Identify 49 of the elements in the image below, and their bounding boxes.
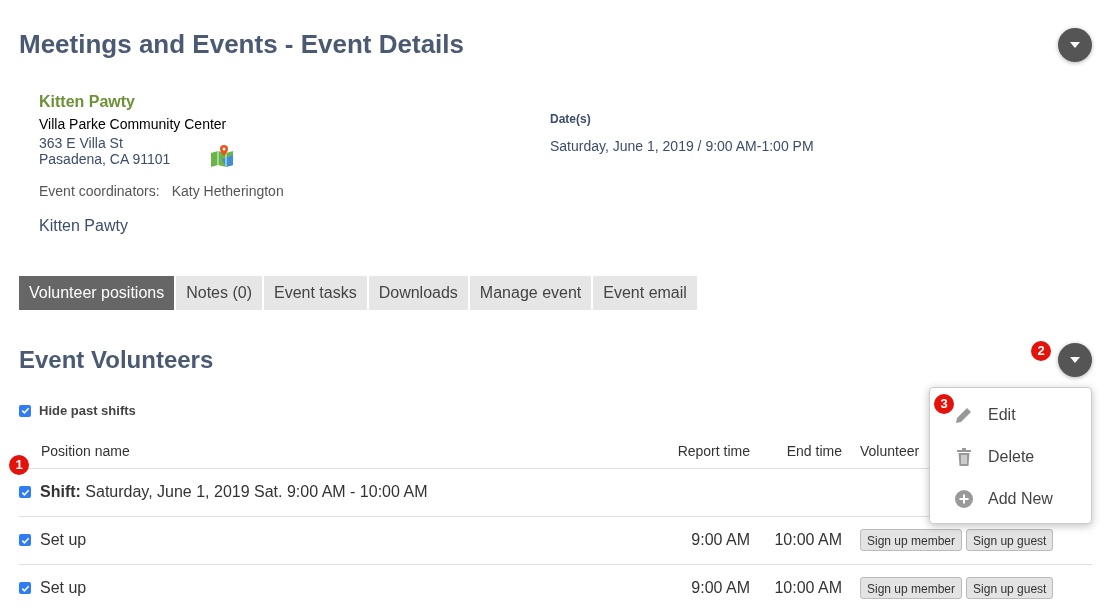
tab[interactable]: Event tasks [264,276,367,310]
coordinators-label: Event coordinators: [39,182,160,202]
number-badge: 2 [1031,341,1051,361]
dates-label: Date(s) [550,111,592,128]
menu-item[interactable]: Delete [988,445,1035,469]
column-header: End time [786,442,842,459]
tab[interactable]: Notes (0) [176,276,262,310]
column-header: Volunteer [860,441,920,461]
event-name: Kitten Pawty [39,92,136,112]
menu-item[interactable]: Edit [988,403,1016,427]
checkbox-label: Hide past shifts [39,402,136,420]
trash-icon [954,447,974,467]
tab[interactable]: Event email [593,276,697,310]
position-name: Set up [40,530,87,550]
caret-icon [1070,42,1080,48]
tab[interactable]: Manage event [469,276,592,310]
dropdown-button[interactable] [1058,343,1092,377]
tab[interactable]: Downloads [368,276,468,310]
coordinator-name: Katy Hetherington [171,182,284,202]
shift-label: Shift: Saturday, June 1, 2019 Sat. 9:00 AM - 10:00 AM [40,482,428,502]
address-text: 363 E Villa St Pasadena, CA 91101 [39,135,171,168]
checkbox[interactable] [19,582,31,594]
column-header: Report time [677,442,750,459]
caret-icon [1070,357,1080,363]
menu-item[interactable]: Add New [988,487,1053,511]
section-title: Event Volunteers [19,345,214,375]
checkbox[interactable] [19,486,31,498]
report-time: 9:00 AM [691,531,750,548]
pencil-icon [954,405,974,425]
venue-name: Villa Parke Community Center [39,115,228,134]
checkbox[interactable] [19,404,31,417]
page-title: Meetings and Events - Event Details [19,29,464,61]
sign-up-button[interactable]: Sign up guest [966,529,1054,551]
map-icon[interactable] [210,143,235,168]
end-time: 10:00 AM [774,579,842,596]
report-time: 9:00 AM [691,579,750,596]
end-time: 10:00 AM [774,531,842,548]
tab[interactable]: Volunteer positions [19,276,175,310]
event-description: Kitten Pawty [39,216,129,237]
position-name: Set up [40,578,87,598]
column-header: Position name [41,441,130,461]
checkbox[interactable] [19,534,31,546]
number-badge: 1 [9,455,29,475]
plus-circle-icon [954,490,974,508]
sign-up-button[interactable]: Sign up member [860,577,963,599]
sign-up-button[interactable]: Sign up guest [966,577,1054,599]
event-dates: Saturday, June 1, 2019 / 9:00 AM-1:00 PM [550,137,814,156]
sign-up-button[interactable]: Sign up member [860,529,963,551]
dropdown-button[interactable] [1058,28,1092,62]
